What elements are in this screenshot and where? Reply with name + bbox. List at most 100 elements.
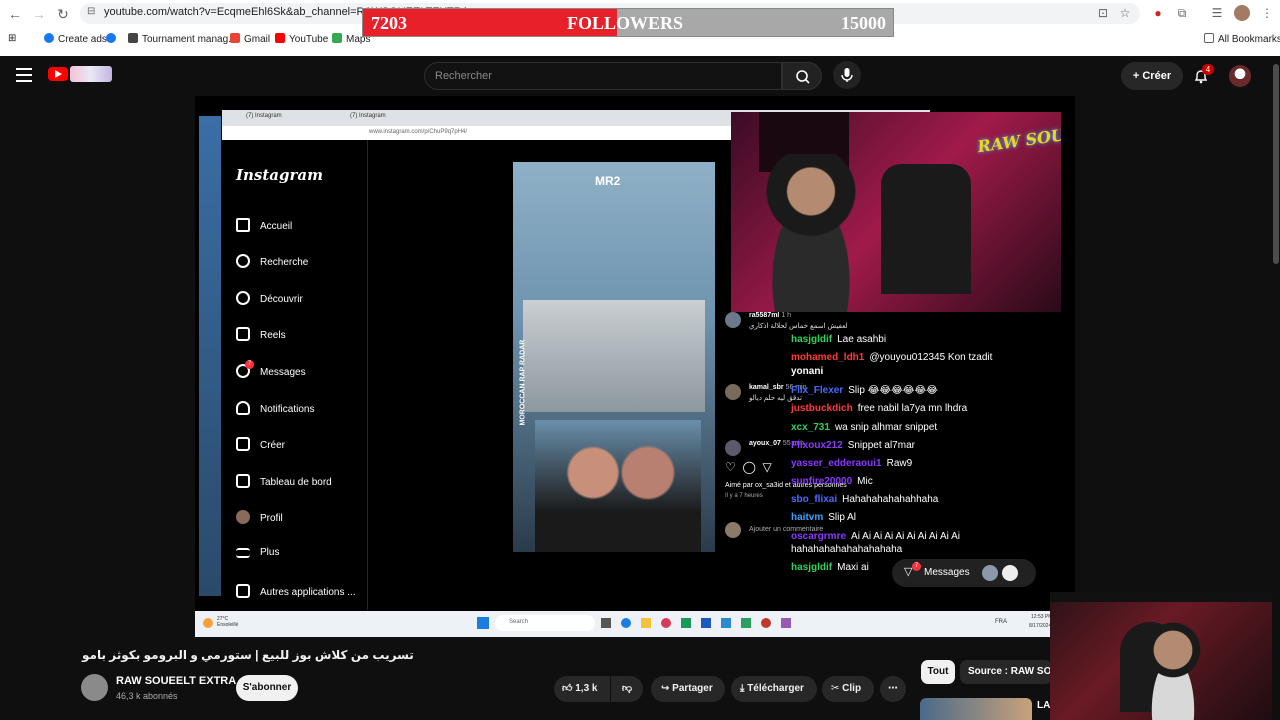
page-scrollbar[interactable] xyxy=(1272,56,1280,720)
bookmark-create-ads[interactable]: Create ads xyxy=(44,33,107,45)
chip-source[interactable]: Source : RAW SOUEELT EXTRA xyxy=(960,660,1052,684)
download-icon: ⤓ xyxy=(740,683,745,694)
chip-all[interactable]: Tout xyxy=(921,660,955,684)
compass-icon xyxy=(236,291,250,305)
followers-goal: 15000 xyxy=(841,13,886,33)
youtube-logo-icon[interactable] xyxy=(48,67,68,81)
messages-label: Messages xyxy=(924,567,970,578)
taskbar-app-icon xyxy=(601,618,611,628)
reels-icon xyxy=(236,327,250,341)
bookmark-gmail[interactable]: Gmail xyxy=(230,33,270,45)
chrome-menu-icon[interactable]: ⋮ xyxy=(1259,5,1275,21)
search-placeholder: Rechercher xyxy=(435,70,492,82)
taskbar-app-icon xyxy=(761,618,771,628)
back-icon[interactable]: ← xyxy=(6,5,24,23)
chat-username: mohamed_ldh1 xyxy=(791,352,865,363)
ig-nav-dashboard: Tableau de bord xyxy=(236,474,332,488)
facebook-icon xyxy=(44,33,54,43)
profile-avatar[interactable] xyxy=(1234,5,1250,21)
streamer-webcam: RAW SOUEELT xyxy=(731,112,1061,312)
facecam-top-border xyxy=(1050,592,1280,602)
reload-icon[interactable]: ↻ xyxy=(54,5,72,23)
ig-post-actions: ♡ ◯ ▽ xyxy=(725,460,772,474)
apps-grid-icon[interactable]: ⊞ xyxy=(8,33,16,44)
chat-text: Mic xyxy=(857,476,873,487)
chat-username: Flixoux212 xyxy=(791,440,843,451)
chat-text: Hahahahahahahhaha xyxy=(842,494,939,505)
share-button[interactable]: ↪ Partager xyxy=(651,676,725,702)
bookmark-tournament[interactable]: Tournament manag... xyxy=(128,33,237,45)
instagram-tab-2: (7) Instagram xyxy=(350,113,386,119)
taskbar-language: FRA xyxy=(995,619,1007,625)
taskbar-app-icon xyxy=(681,618,691,628)
streamer-figure xyxy=(751,154,871,312)
voice-search-button[interactable] xyxy=(833,61,861,89)
chat-text: Raw9 xyxy=(886,458,913,469)
download-button[interactable]: ⤓ Télécharger xyxy=(731,676,817,702)
search-input[interactable]: Rechercher xyxy=(424,62,782,90)
video-player[interactable]: (7) Instagram (7) Instagram www.instagra… xyxy=(195,96,1075,637)
recommended-video-thumbnail[interactable] xyxy=(920,698,1032,720)
ig-nav-messages: Messages 7 xyxy=(236,360,306,378)
bookmark-youtube[interactable]: YouTube xyxy=(275,33,328,45)
extensions-puzzle-icon[interactable]: ⧉ xyxy=(1174,5,1190,21)
chat-username: yonani xyxy=(791,366,824,377)
extension-opera-icon[interactable]: ● xyxy=(1150,5,1166,21)
clip-button[interactable]: ✂ Clip xyxy=(822,676,874,702)
bookmark-star-icon[interactable]: ☆ xyxy=(1117,5,1133,21)
search-button[interactable] xyxy=(782,62,822,90)
plus-icon: + xyxy=(1132,70,1143,82)
taskbar-date: 8/17/2024 xyxy=(1029,623,1052,629)
chat-message: xcx_731 wa snip alhmar snippet xyxy=(791,422,937,433)
heart-icon xyxy=(236,401,250,415)
ig-comment-time: 1 h xyxy=(781,312,792,319)
all-bookmarks[interactable]: All Bookmarks xyxy=(1204,33,1280,45)
recommended-video-title[interactable]: LA xyxy=(1037,700,1050,711)
forward-icon[interactable]: → xyxy=(30,5,48,23)
chat-text: Slip Al xyxy=(828,512,857,523)
reactor-facecam xyxy=(1050,592,1280,720)
instagram-messages-pill: ▽ 7 Messages xyxy=(892,559,1036,587)
more-actions-button[interactable]: ⋯ xyxy=(880,676,906,702)
scrollbar-thumb[interactable] xyxy=(1273,64,1279,264)
taskbar-app-icon xyxy=(621,618,631,628)
ig-nav-explore: Découvrir xyxy=(236,291,303,305)
subscribe-button[interactable]: S'abonner xyxy=(236,675,298,701)
hamburger-menu-icon[interactable] xyxy=(16,68,32,82)
search-icon xyxy=(236,254,250,268)
reactor-figure xyxy=(1136,620,1210,720)
ig-comment-user: ayoux_07 xyxy=(749,440,781,447)
ig-nav-search: Recherche xyxy=(236,254,308,268)
dislike-button[interactable]: 👎︎ xyxy=(611,676,643,702)
create-button[interactable]: + Créer xyxy=(1121,62,1183,90)
profile-avatar-icon xyxy=(236,510,250,524)
share-icon: ▽ xyxy=(762,460,772,474)
doodle-logo[interactable] xyxy=(70,66,112,82)
more-horizontal-icon: ⋯ xyxy=(888,683,898,694)
channel-name[interactable]: RAW SOUEELT EXTRA xyxy=(116,675,236,687)
chat-message: oscargrmre Ai Ai Ai Ai Ai Ai Ai Ai Ai Ai … xyxy=(791,530,961,556)
post-artists-image xyxy=(535,420,701,552)
channel-avatar[interactable] xyxy=(81,674,108,701)
install-app-icon[interactable]: ⊡ xyxy=(1095,5,1111,21)
facebook-icon xyxy=(106,33,116,43)
avatar xyxy=(725,312,741,328)
youtube-icon xyxy=(275,33,285,43)
taskbar-search: Search xyxy=(495,615,595,631)
like-button[interactable]: 👍︎ 1,3 k xyxy=(554,676,610,702)
heart-icon: ♡ xyxy=(725,460,736,474)
gaming-chair-image xyxy=(881,164,971,294)
bookmark-facebook[interactable] xyxy=(106,33,120,45)
account-avatar[interactable] xyxy=(1229,65,1251,87)
site-icon xyxy=(128,33,138,43)
youtube-header: Rechercher + Créer 4 xyxy=(0,56,1280,96)
reading-list-icon[interactable]: ☰ xyxy=(1209,5,1225,21)
chat-message: justbuckdich free nabil la7ya mn lhdra xyxy=(791,403,967,414)
stream-chat-overlay: hasjgldif Lae asahbi mohamed_ldh1 @youyou0… xyxy=(791,318,1051,573)
chat-username: yasser_edderaoui1 xyxy=(791,458,882,469)
windows-taskbar: 27°C Ensoleillé Search FRA 12:53 PM 8/17… xyxy=(195,611,1075,637)
notifications-button[interactable]: 4 xyxy=(1193,64,1214,84)
post-watermark: MR2 xyxy=(595,174,621,188)
subscriber-count: 46,3 k abonnés xyxy=(116,691,178,701)
site-info-icon[interactable]: ⊟ xyxy=(87,6,95,17)
